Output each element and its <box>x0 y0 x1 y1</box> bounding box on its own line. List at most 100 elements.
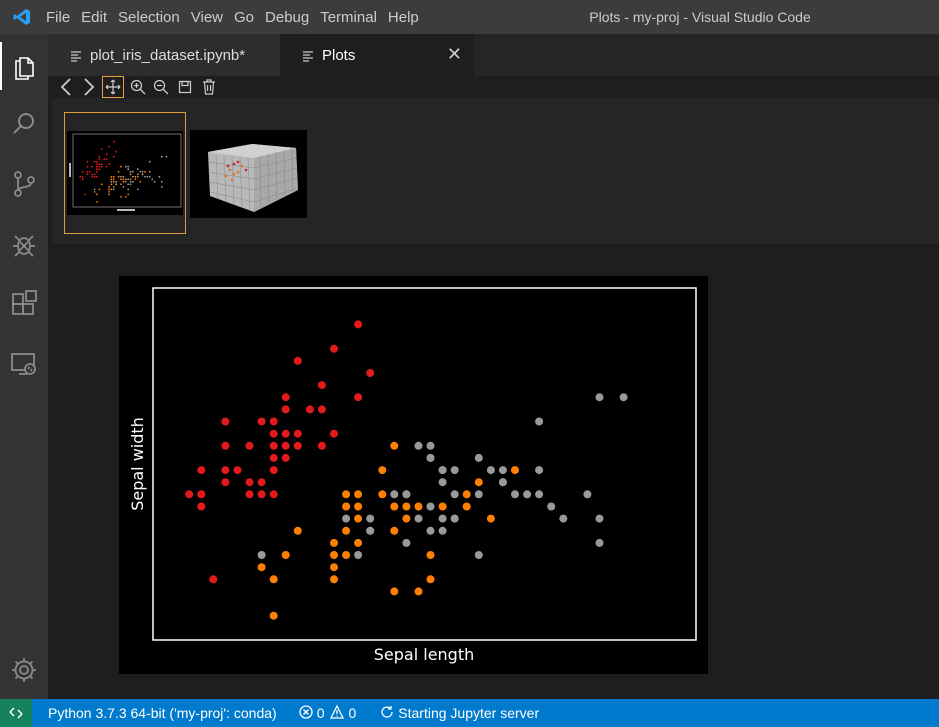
data-point <box>221 441 230 450</box>
error-count: 0 <box>316 705 325 721</box>
thumbnail-point <box>146 175 149 178</box>
data-point <box>474 490 483 499</box>
thumbnail-point <box>93 175 96 178</box>
plot-thumbnail-3d[interactable] <box>190 130 307 218</box>
menu-selection[interactable]: Selection <box>118 9 191 26</box>
debug-icon[interactable] <box>0 220 48 268</box>
menu-go[interactable]: Go <box>234 9 265 26</box>
thumbnail-point <box>158 175 161 178</box>
data-point <box>595 393 604 402</box>
thumbnail-point <box>122 178 125 181</box>
thumbnail-point <box>127 183 130 186</box>
menu-terminal[interactable]: Terminal <box>320 9 388 26</box>
data-point <box>426 551 435 559</box>
thumbnail-point <box>160 155 163 158</box>
thumbnail-point <box>100 163 103 166</box>
thumbnail-point <box>93 188 96 191</box>
source-control-icon[interactable] <box>0 160 48 208</box>
thumbnail-point <box>93 173 96 176</box>
thumbnail-point <box>141 170 144 173</box>
pan-icon[interactable] <box>102 76 124 98</box>
thumbnail-point <box>136 173 139 176</box>
thumbnail-point <box>117 170 120 173</box>
explorer-icon[interactable] <box>0 42 48 90</box>
data-point <box>233 466 242 475</box>
next-icon[interactable] <box>79 77 99 97</box>
thumbnail-point <box>103 158 106 161</box>
data-point <box>498 466 507 475</box>
tab-plots[interactable]: Plots ✕ <box>280 34 474 76</box>
scatter-plot[interactable]: Sepal length Sepal width <box>119 276 708 674</box>
data-point <box>269 575 278 584</box>
data-point <box>281 453 290 462</box>
data-point <box>414 587 423 596</box>
save-icon[interactable] <box>175 77 195 97</box>
tab-label: Plots <box>322 46 356 64</box>
menu-edit[interactable]: Edit <box>81 9 118 26</box>
remote-icon[interactable] <box>0 699 32 727</box>
thumbnail-point <box>120 165 122 168</box>
thumbnail-point <box>112 178 115 181</box>
data-point <box>330 429 338 438</box>
thumbnail-point <box>127 165 130 168</box>
thumbnail-point <box>148 160 151 163</box>
data-point <box>426 441 435 450</box>
warning-count: 0 <box>348 705 357 721</box>
thumbnail-point <box>84 193 86 196</box>
data-point <box>281 551 290 559</box>
data-point <box>317 441 326 450</box>
data-point <box>269 466 278 475</box>
thumbnail-point <box>108 188 110 191</box>
jupyter-status[interactable]: Starting Jupyter server <box>376 705 539 722</box>
prev-icon[interactable] <box>56 77 76 97</box>
thumbnail-point <box>108 145 110 148</box>
zoom-out-icon[interactable] <box>151 77 171 97</box>
status-bar: Python 3.7.3 64-bit ('my-proj': conda) 0… <box>0 699 939 727</box>
menu-view[interactable]: View <box>191 9 234 26</box>
thumbnail-point <box>81 170 84 173</box>
delete-icon[interactable] <box>199 77 219 97</box>
gear-icon[interactable] <box>0 646 48 694</box>
data-point <box>414 514 423 523</box>
thumbnail-point <box>136 188 139 191</box>
menu-debug[interactable]: Debug <box>265 9 320 26</box>
remote-explorer-icon[interactable] <box>0 340 48 388</box>
data-point <box>595 538 604 547</box>
thumbnail-point <box>112 175 115 178</box>
close-icon[interactable]: ✕ <box>447 44 462 64</box>
python-interpreter[interactable]: Python 3.7.3 64-bit ('my-proj': conda) <box>44 705 277 721</box>
tab-plot-iris-dataset[interactable]: plot_iris_dataset.ipynb* <box>48 34 280 76</box>
data-point <box>354 514 363 523</box>
problems-indicator[interactable]: 0 0 <box>295 704 357 722</box>
menu-bar: File Edit Selection View Go Debug Termin… <box>44 0 430 34</box>
thumbnail-point <box>115 150 118 153</box>
data-point <box>221 478 230 487</box>
data-point <box>281 405 290 414</box>
data-point <box>330 538 338 547</box>
search-icon[interactable] <box>0 100 48 148</box>
data-point <box>330 344 338 353</box>
data-point <box>450 466 459 475</box>
extensions-icon[interactable] <box>0 280 48 328</box>
thumbnail-point <box>98 158 101 161</box>
data-point <box>402 502 411 511</box>
data-point <box>595 514 604 523</box>
thumbnail-point <box>153 180 156 183</box>
menu-help[interactable]: Help <box>388 9 430 26</box>
plot-thumbnail-2d[interactable] <box>64 112 186 234</box>
thumbnail-point <box>96 165 98 168</box>
menu-file[interactable]: File <box>46 9 81 26</box>
data-point <box>185 490 194 499</box>
data-point <box>378 490 387 499</box>
data-point <box>474 551 483 559</box>
data-point <box>390 441 399 450</box>
plot-frame <box>152 287 697 641</box>
zoom-in-icon[interactable] <box>128 77 148 97</box>
thumbnail-point <box>124 165 127 168</box>
data-point <box>257 551 266 559</box>
thumbnail-point <box>96 170 98 173</box>
thumbnail-point <box>98 163 101 166</box>
data-point <box>426 575 435 584</box>
thumbnail-point <box>96 163 98 166</box>
data-point <box>511 466 519 475</box>
